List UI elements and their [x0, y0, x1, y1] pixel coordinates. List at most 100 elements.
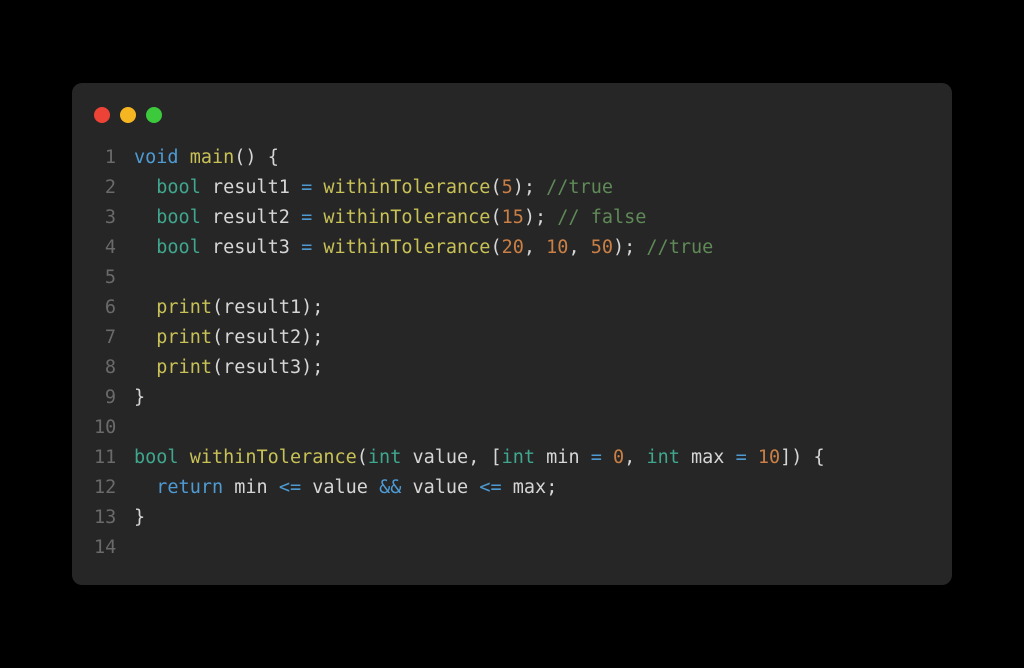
close-icon[interactable] — [94, 107, 110, 123]
token-punct — [134, 297, 156, 318]
code-line[interactable]: 8 print(result3); — [94, 353, 930, 383]
token-punct — [502, 477, 513, 498]
token-ident: value — [412, 447, 468, 468]
line-number: 9 — [94, 383, 134, 413]
code-area[interactable]: 1void main() {2 bool result1 = withinTol… — [72, 143, 952, 563]
token-punct — [134, 237, 156, 258]
token-punct — [535, 447, 546, 468]
token-punct: ( — [357, 447, 368, 468]
token-op: = — [301, 207, 312, 228]
code-line[interactable]: 14 — [94, 533, 930, 563]
token-op: = — [591, 447, 602, 468]
token-keyword: void — [134, 147, 179, 168]
token-num: 15 — [502, 207, 524, 228]
code-line[interactable]: 12 return min <= value && value <= max; — [94, 473, 930, 503]
token-ident: min — [546, 447, 579, 468]
token-punct: ); — [301, 297, 323, 318]
code-line[interactable]: 3 bool result2 = withinTolerance(15); //… — [94, 203, 930, 233]
token-punct: ( — [490, 237, 501, 258]
token-punct — [290, 177, 301, 198]
token-op: <= — [279, 477, 301, 498]
token-brace: { — [814, 447, 825, 468]
token-func: withinTolerance — [190, 447, 357, 468]
token-comment: //true — [546, 177, 613, 198]
token-punct: ); — [301, 327, 323, 348]
token-brace: } — [134, 387, 145, 408]
token-punct: , — [624, 447, 646, 468]
token-op: = — [736, 447, 747, 468]
token-ident: max — [691, 447, 724, 468]
code-line[interactable]: 6 print(result1); — [94, 293, 930, 323]
code-line[interactable]: 4 bool result3 = withinTolerance(20, 10,… — [94, 233, 930, 263]
token-punct — [368, 477, 379, 498]
token-punct — [134, 207, 156, 228]
token-type: bool — [156, 237, 201, 258]
code-line[interactable]: 7 print(result2); — [94, 323, 930, 353]
token-punct — [312, 177, 323, 198]
code-line[interactable]: 9} — [94, 383, 930, 413]
token-num: 5 — [502, 177, 513, 198]
minimize-icon[interactable] — [120, 107, 136, 123]
line-content: bool result2 = withinTolerance(15); // f… — [134, 203, 646, 233]
token-punct — [134, 357, 156, 378]
token-func: withinTolerance — [323, 237, 490, 258]
token-punct: , — [524, 237, 546, 258]
code-line[interactable]: 11bool withinTolerance(int value, [int m… — [94, 443, 930, 473]
token-punct: ); — [301, 357, 323, 378]
line-content: } — [134, 503, 145, 533]
token-punct — [290, 237, 301, 258]
token-punct: ( — [490, 207, 501, 228]
token-type: bool — [134, 447, 179, 468]
token-punct — [179, 147, 190, 168]
line-number: 13 — [94, 503, 134, 533]
code-line[interactable]: 2 bool result1 = withinTolerance(5); //t… — [94, 173, 930, 203]
line-number: 12 — [94, 473, 134, 503]
token-punct — [468, 477, 479, 498]
token-op: && — [379, 477, 401, 498]
token-func: main — [190, 147, 235, 168]
token-punct — [401, 477, 412, 498]
token-punct: ); — [613, 237, 646, 258]
line-number: 3 — [94, 203, 134, 233]
line-number: 11 — [94, 443, 134, 473]
token-ident: value — [312, 477, 368, 498]
window-titlebar — [72, 103, 952, 143]
line-content: bool result1 = withinTolerance(5); //tru… — [134, 173, 613, 203]
token-ident: result3 — [223, 357, 301, 378]
token-ident: result3 — [212, 237, 290, 258]
token-ident: result2 — [212, 207, 290, 228]
token-func: print — [156, 297, 212, 318]
line-number: 7 — [94, 323, 134, 353]
token-punct — [201, 177, 212, 198]
token-punct — [179, 447, 190, 468]
code-line[interactable]: 1void main() { — [94, 143, 930, 173]
token-punct — [201, 207, 212, 228]
token-keyword: return — [156, 477, 223, 498]
code-line[interactable]: 5 — [94, 263, 930, 293]
token-brace: { — [268, 147, 279, 168]
token-punct — [134, 327, 156, 348]
code-line[interactable]: 10 — [94, 413, 930, 443]
token-punct: ( — [490, 177, 501, 198]
token-num: 20 — [502, 237, 524, 258]
token-type: int — [368, 447, 401, 468]
line-content: void main() { — [134, 143, 279, 173]
line-content: return min <= value && value <= max; — [134, 473, 557, 503]
token-op: = — [301, 237, 312, 258]
token-num: 0 — [613, 447, 624, 468]
maximize-icon[interactable] — [146, 107, 162, 123]
token-punct — [724, 447, 735, 468]
token-func: withinTolerance — [323, 207, 490, 228]
token-ident: max — [513, 477, 546, 498]
token-num: 50 — [591, 237, 613, 258]
line-number: 1 — [94, 143, 134, 173]
token-op: <= — [479, 477, 501, 498]
token-ident: value — [413, 477, 469, 498]
token-punct: () — [234, 147, 267, 168]
line-content: bool result3 = withinTolerance(20, 10, 5… — [134, 233, 713, 263]
token-punct — [747, 447, 758, 468]
token-ident: result1 — [212, 177, 290, 198]
token-punct: ; — [546, 477, 557, 498]
code-line[interactable]: 13} — [94, 503, 930, 533]
token-punct — [680, 447, 691, 468]
